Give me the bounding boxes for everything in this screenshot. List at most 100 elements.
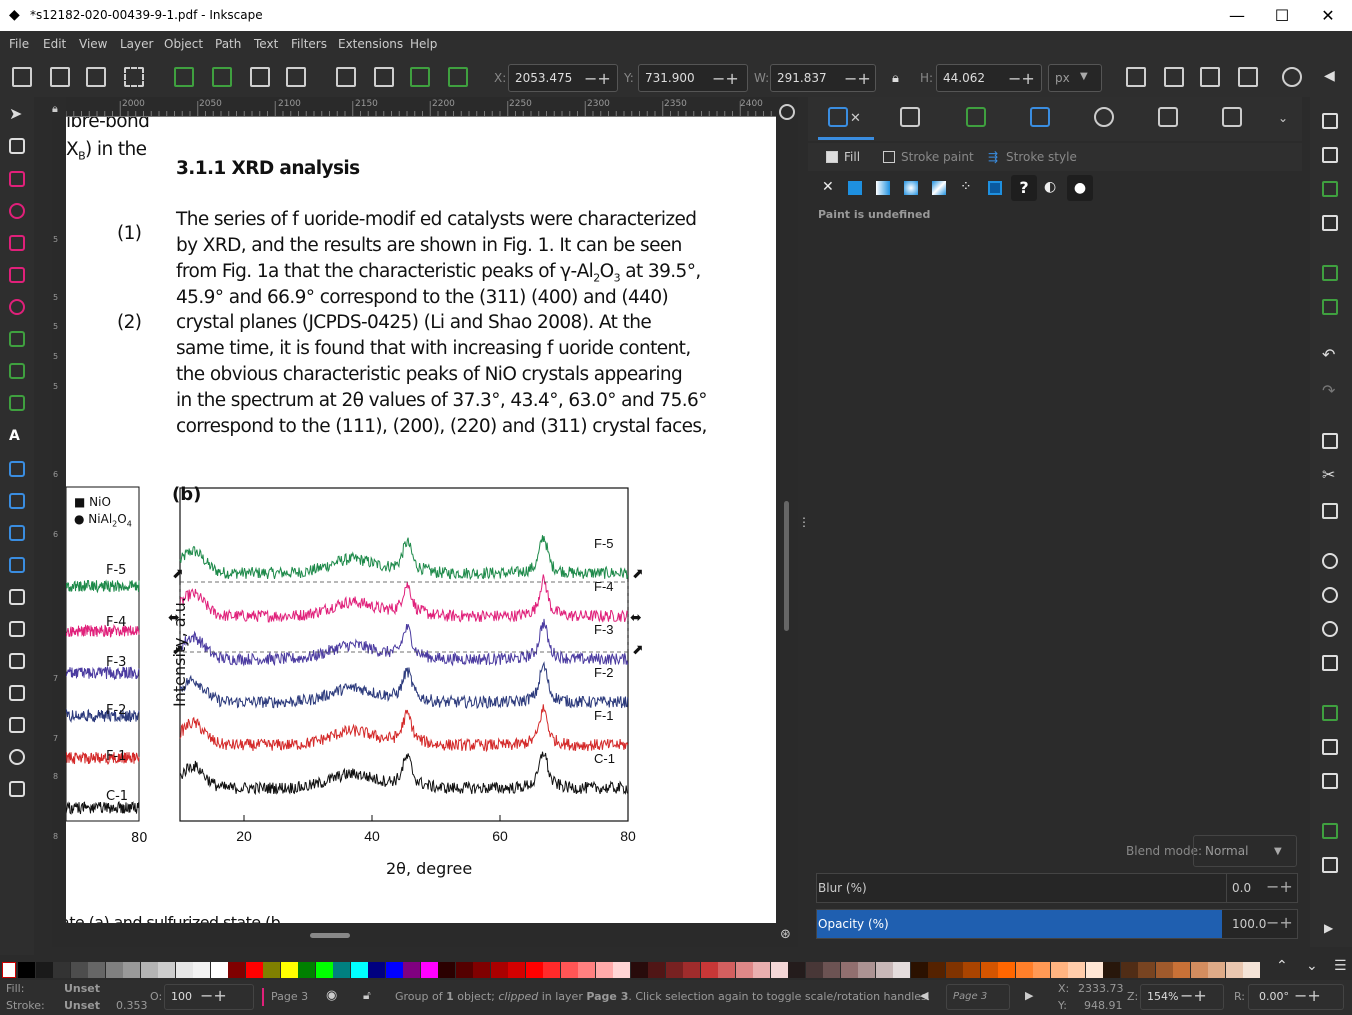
panel-handle-icon[interactable]: ⋮ xyxy=(798,515,810,529)
select-all-layers-icon[interactable] xyxy=(50,67,70,87)
pages-tool-icon[interactable] xyxy=(9,781,25,797)
h-stepper-icon[interactable]: −+ xyxy=(1008,69,1035,88)
fill-rule-nonzero-icon[interactable]: ● xyxy=(1067,175,1093,201)
scale-handle[interactable]: ⬈ xyxy=(632,566,644,582)
connector-tool-icon[interactable] xyxy=(9,685,25,701)
color-swatch[interactable] xyxy=(245,962,263,978)
select-all-icon[interactable] xyxy=(12,67,32,87)
color-swatch[interactable] xyxy=(473,962,490,978)
menu-path[interactable]: Path xyxy=(215,37,241,51)
menu-help[interactable]: Help xyxy=(410,37,437,51)
color-swatch[interactable] xyxy=(368,962,385,978)
color-swatch[interactable] xyxy=(280,962,298,978)
menu-text[interactable]: Text xyxy=(254,37,278,51)
color-swatch[interactable] xyxy=(963,962,980,978)
color-swatch[interactable] xyxy=(735,962,753,978)
scale-stroke-icon[interactable] xyxy=(1126,67,1146,87)
color-swatch[interactable] xyxy=(788,962,805,978)
unit-select[interactable]: px xyxy=(1048,64,1102,92)
guide-lock-icon[interactable]: 🔒︎ xyxy=(52,102,58,116)
zoom-stepper-icon[interactable]: −+ xyxy=(1180,986,1207,1005)
ellipse-tool-icon[interactable] xyxy=(9,203,25,219)
stroke-style-tab-icon[interactable]: ⇶ xyxy=(988,150,998,164)
star-tool-icon[interactable] xyxy=(9,235,25,251)
pencil-tool-icon[interactable] xyxy=(9,363,25,379)
color-swatch[interactable] xyxy=(193,962,210,978)
color-swatch[interactable] xyxy=(875,962,893,978)
copy-icon[interactable] xyxy=(1322,433,1338,449)
canvas[interactable]: ibre-bond XB) in the 3.1.1 XRD analysis … xyxy=(66,117,776,923)
layer-lock-icon[interactable]: 🔓︎ xyxy=(363,988,371,1003)
zoom-drawing-icon[interactable] xyxy=(1322,587,1338,603)
current-layer[interactable]: Page 3 xyxy=(271,990,308,1003)
new-document-icon[interactable] xyxy=(1322,113,1338,129)
color-swatch[interactable] xyxy=(718,962,735,978)
fill-rule-evenodd-icon[interactable]: ◐ xyxy=(1044,179,1056,195)
undo-history-tab-icon[interactable] xyxy=(1094,107,1114,127)
color-swatch[interactable] xyxy=(228,962,245,978)
color-swatch[interactable] xyxy=(88,962,105,978)
open-icon[interactable] xyxy=(1322,147,1338,163)
color-swatch[interactable] xyxy=(298,962,315,978)
flip-vertical-icon[interactable] xyxy=(286,67,306,87)
raise-icon[interactable] xyxy=(374,67,394,87)
color-swatch[interactable] xyxy=(123,962,140,978)
color-swatch[interactable] xyxy=(928,962,945,978)
zoom-tool-icon[interactable] xyxy=(9,749,25,765)
print-icon[interactable] xyxy=(1322,215,1338,231)
color-swatch[interactable] xyxy=(490,962,508,978)
color-swatch[interactable] xyxy=(105,962,123,978)
color-swatch[interactable] xyxy=(1085,962,1103,978)
color-swatch[interactable] xyxy=(543,962,560,978)
x-stepper-icon[interactable]: −+ xyxy=(584,69,611,88)
clone-icon[interactable] xyxy=(1322,739,1338,755)
spiral-tool-icon[interactable] xyxy=(9,299,25,315)
zoom-selection-icon[interactable] xyxy=(1322,553,1338,569)
gradient-tool-icon[interactable] xyxy=(9,461,25,477)
color-swatch[interactable] xyxy=(945,962,963,978)
stretch-handle[interactable]: ⬌ xyxy=(630,610,642,626)
stroke-paint-tab-icon[interactable] xyxy=(883,151,895,163)
color-swatch[interactable] xyxy=(1068,962,1085,978)
color-swatch[interactable] xyxy=(53,962,70,978)
fill-tab-icon[interactable] xyxy=(826,151,838,163)
export-icon[interactable] xyxy=(1322,299,1338,315)
menu-object[interactable]: Object xyxy=(164,37,203,51)
color-swatch[interactable] xyxy=(158,962,175,978)
vertical-scroll-thumb[interactable] xyxy=(784,501,789,631)
color-swatch[interactable] xyxy=(648,962,665,978)
palette-scroll-down-icon[interactable]: ⌄ xyxy=(1306,958,1318,974)
opacity-stepper-icon[interactable]: −+ xyxy=(1266,913,1293,932)
import-icon[interactable] xyxy=(1322,265,1338,281)
color-swatch[interactable] xyxy=(210,962,228,978)
select-same-icon[interactable] xyxy=(124,67,144,87)
rotate-cw-icon[interactable] xyxy=(212,67,232,87)
color-swatch[interactable] xyxy=(508,962,525,978)
color-swatch[interactable] xyxy=(1208,962,1225,978)
calligraphy-tool-icon[interactable] xyxy=(9,395,25,411)
rotation-stepper-icon[interactable]: −+ xyxy=(1294,986,1321,1005)
color-swatch[interactable] xyxy=(1103,962,1120,978)
color-swatch[interactable] xyxy=(893,962,910,978)
color-swatch[interactable] xyxy=(1138,962,1155,978)
measure-tool-icon[interactable] xyxy=(9,717,25,733)
color-swatch[interactable] xyxy=(333,962,350,978)
stroke-indicator-value[interactable]: Unset xyxy=(64,999,100,1012)
tab-fill[interactable]: Fill xyxy=(844,150,860,164)
menu-view[interactable]: View xyxy=(79,37,107,51)
ungroup-icon[interactable] xyxy=(1322,857,1338,873)
move-patterns-icon[interactable] xyxy=(1238,67,1258,87)
opacity-value[interactable]: 100.0 xyxy=(1232,917,1266,931)
snap-icon[interactable] xyxy=(1282,67,1302,87)
color-swatch[interactable] xyxy=(683,962,700,978)
color-swatch[interactable] xyxy=(700,962,718,978)
save-icon[interactable] xyxy=(1322,181,1338,197)
dropper-tool-icon[interactable] xyxy=(9,525,25,541)
blur-stepper-icon[interactable]: −+ xyxy=(1266,877,1293,896)
toolbar-overflow-icon[interactable]: ◀ xyxy=(1324,68,1335,84)
color-swatch[interactable] xyxy=(823,962,840,978)
horizontal-scroll-thumb[interactable] xyxy=(310,933,350,938)
blur-value[interactable]: 0.0 xyxy=(1232,881,1251,895)
color-swatch[interactable] xyxy=(613,962,630,978)
close-button[interactable]: ✕ xyxy=(1305,0,1351,31)
